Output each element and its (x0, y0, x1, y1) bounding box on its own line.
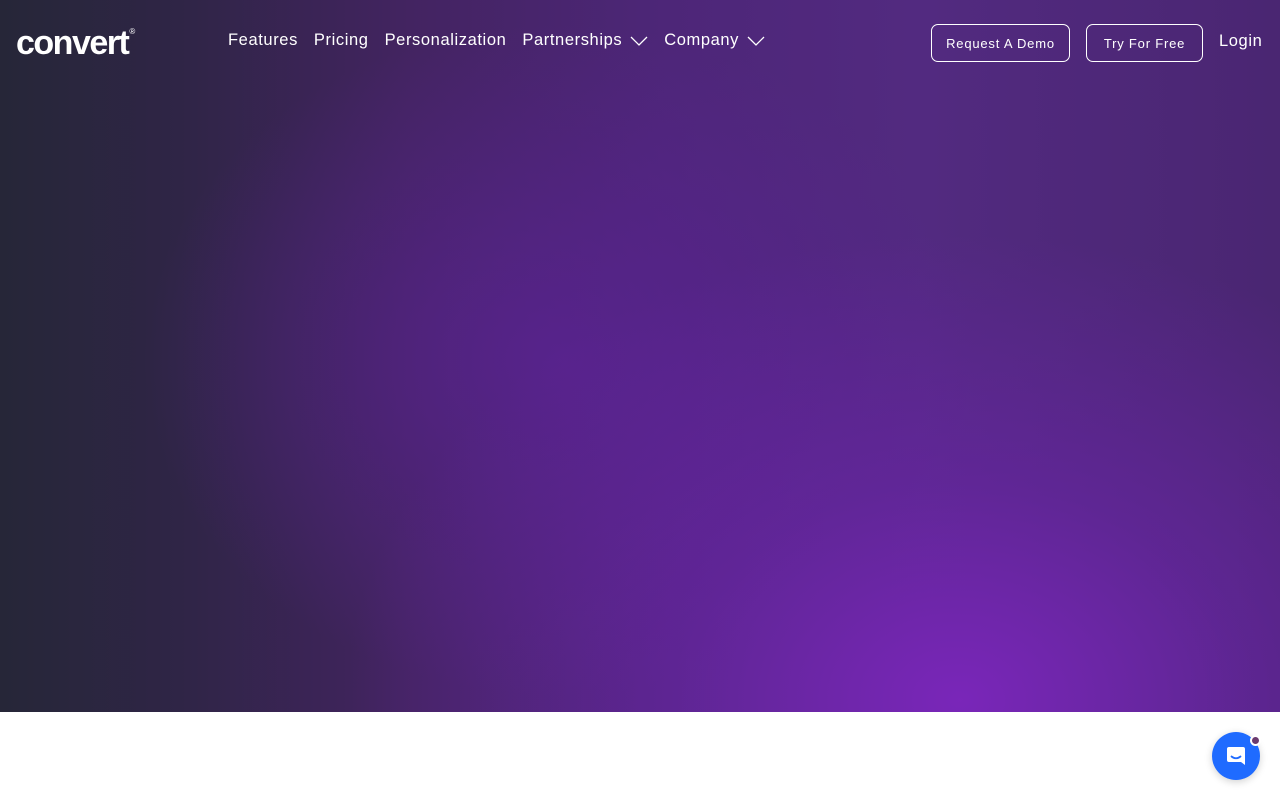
logo-wordmark: convert ® (16, 24, 136, 62)
convert-logo[interactable]: convert ® (16, 24, 136, 62)
try-free-label: Try For Free (1103, 35, 1186, 51)
nav-item-label: Pricing (313, 31, 369, 49)
chat-bubble-icon (1227, 747, 1245, 765)
nav-item-label: Features (228, 31, 298, 49)
nav-item-features[interactable]: Features (228, 31, 298, 50)
nav-item-label: Personalization (384, 31, 507, 49)
try-free-button[interactable]: Try For Free (1086, 24, 1203, 62)
login-link[interactable]: Login (1219, 32, 1262, 51)
chevron-down-icon (747, 36, 765, 46)
hero-section (0, 0, 1280, 712)
nav-item-partnerships[interactable]: Partnerships (522, 31, 648, 50)
chevron-down-icon (630, 36, 648, 46)
nav-links: Features Pricing Personalization Partner… (228, 31, 765, 50)
nav-item-label: Partnerships (522, 31, 623, 49)
nav-item-label: Company (664, 31, 740, 49)
nav-item-personalization[interactable]: Personalization (385, 31, 507, 50)
nav-item-pricing[interactable]: Pricing (314, 31, 369, 50)
request-demo-label: Request A Demo (946, 35, 1055, 51)
notification-dot (1250, 735, 1261, 746)
login-label: Login (1219, 32, 1263, 50)
top-navigation: convert ® Features Pricing Personalizatio… (0, 0, 1280, 84)
request-demo-button[interactable]: Request A Demo (931, 24, 1070, 62)
nav-item-company[interactable]: Company (664, 31, 765, 50)
chat-widget-button[interactable] (1212, 732, 1261, 780)
